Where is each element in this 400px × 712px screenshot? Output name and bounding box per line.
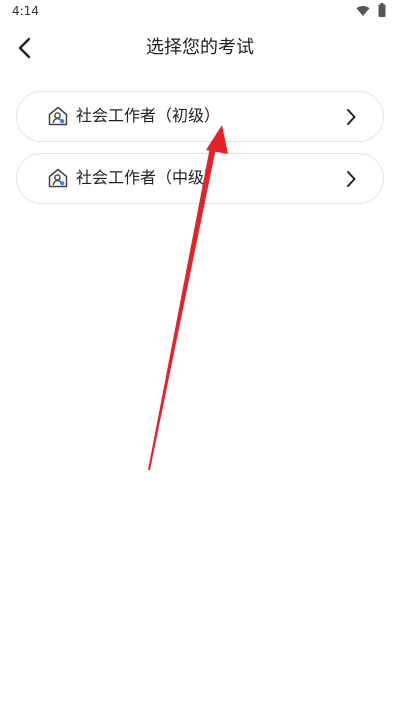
wifi-icon [356,2,370,21]
exam-option-label: 社会工作者（初级） [76,106,221,125]
battery-icon [378,2,386,21]
house-person-icon [48,168,68,188]
exam-option-intermediate[interactable]: 社会工作者（中级） [16,153,384,204]
chevron-right-icon [347,171,356,187]
page-title: 选择您的考试 [146,37,254,58]
header: 选择您的考试 [0,24,400,72]
status-bar: 4:14 [0,0,400,24]
house-person-icon [48,106,68,126]
status-time: 4:14 [12,4,39,18]
exam-option-primary[interactable]: 社会工作者（初级） [16,91,384,142]
exam-list: 社会工作者（初级） 社会工作者（中级） [16,91,384,215]
status-icons [356,2,386,21]
chevron-right-icon [347,109,356,125]
exam-option-label: 社会工作者（中级） [76,168,221,187]
